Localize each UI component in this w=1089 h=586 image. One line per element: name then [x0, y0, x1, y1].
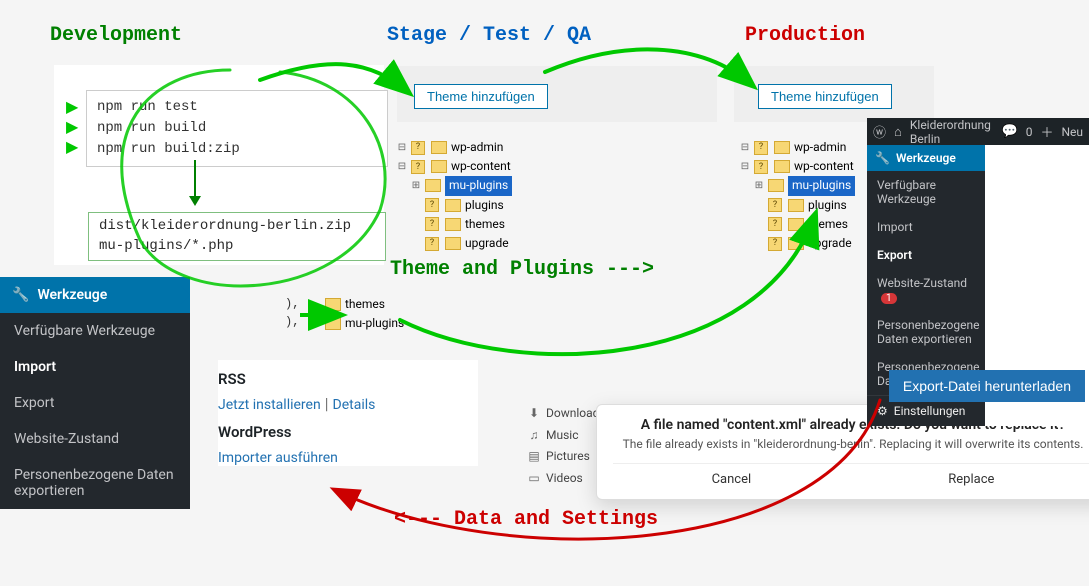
os-folder-list: ⬇Downloads ♫Music ▤Pictures ▭Videos: [528, 403, 606, 489]
menu-available-tools[interactable]: Verfügbare Werkzeuge: [867, 171, 985, 213]
sliders-icon: ⚙: [877, 404, 888, 418]
folder-upgrade[interactable]: upgrade: [808, 234, 852, 253]
dist-zip: dist/kleiderordnung-berlin.zip: [99, 217, 375, 237]
play-icon: ▶: [66, 117, 78, 136]
wp-tools-header[interactable]: 🔧 Werkzeuge: [0, 277, 190, 313]
folder-videos[interactable]: ▭Videos: [528, 468, 606, 490]
music-icon: ♫: [528, 425, 540, 447]
menu-import[interactable]: Import: [0, 349, 190, 385]
play-icon: ▶: [66, 137, 78, 156]
import-rss-heading: RSS: [218, 370, 478, 388]
import-wordpress-heading: WordPress: [218, 423, 478, 441]
file-tree-snippet: ), ), themes mu-plugins: [325, 295, 404, 333]
plus-icon[interactable]: ＋: [1040, 122, 1053, 141]
file-tree-prod: ⊟?wp-admin ⊟?wp-content ⊞mu-plugins ?plu…: [740, 138, 865, 253]
folder-downloads[interactable]: ⬇Downloads: [528, 403, 606, 425]
menu-site-health[interactable]: Website-Zustand1: [867, 269, 985, 311]
videos-icon: ▭: [528, 468, 540, 490]
heading-stage: Stage / Test / QA: [387, 24, 591, 47]
wp-tools-header[interactable]: 🔧 Werkzeuge: [867, 145, 985, 171]
cmd-build: npm run build: [97, 118, 377, 139]
download-icon: ⬇: [528, 403, 540, 425]
folder-music[interactable]: ♫Music: [528, 425, 606, 447]
dist-mu: mu-plugins/*.php: [99, 237, 375, 257]
menu-site-health[interactable]: Website-Zustand: [0, 421, 190, 457]
menu-export[interactable]: Export: [0, 385, 190, 421]
folder-plugins[interactable]: plugins: [465, 196, 504, 215]
wrench-icon: 🔧: [875, 151, 890, 165]
folder-mu-plugins[interactable]: mu-plugins: [788, 176, 855, 195]
folder-themes[interactable]: themes: [808, 215, 848, 234]
wrench-icon: 🔧: [12, 287, 29, 303]
menu-available-tools[interactable]: Verfügbare Werkzeuge: [0, 313, 190, 349]
heading-development: Development: [50, 24, 182, 47]
code-brace: ),: [285, 295, 299, 314]
folder-wp-content[interactable]: wp-content: [794, 157, 854, 176]
health-badge: 1: [881, 293, 897, 304]
heading-production: Production: [745, 24, 865, 47]
wp-tools-sidebar: 🔧 Werkzeuge Verfügbare Werkzeuge Import …: [0, 277, 190, 509]
file-tree-stage: ⊟?wp-admin ⊟?wp-content ⊞mu-plugins ?plu…: [397, 138, 522, 253]
dialog-subtitle: The file already exists in "kleiderordnu…: [613, 437, 1089, 451]
wp-adminbar: ⓦ ⌂ Kleiderordnung Berlin 💬 0 ＋ Neu: [867, 118, 1089, 145]
menu-export[interactable]: Export: [867, 241, 985, 269]
play-icon: ▶: [66, 97, 78, 116]
label-data-and-settings: <--- Data and Settings: [394, 508, 658, 531]
folder-upgrade[interactable]: upgrade: [465, 234, 509, 253]
folder-wp-admin[interactable]: wp-admin: [794, 138, 846, 157]
import-panel: RSS Jetzt installieren | Details WordPre…: [218, 360, 478, 466]
export-download-button[interactable]: Export-Datei herunterladen: [889, 370, 1085, 402]
comment-icon[interactable]: 💬: [1002, 124, 1018, 139]
label-theme-and-plugins: Theme and Plugins --->: [390, 258, 654, 281]
folder-themes[interactable]: themes: [465, 215, 505, 234]
cmd-test: npm run test: [97, 97, 377, 118]
menu-export-personal[interactable]: Personenbezogene Daten exportieren: [0, 457, 190, 509]
site-name[interactable]: Kleiderordnung Berlin: [910, 118, 994, 146]
separator: |: [325, 394, 333, 413]
code-brace: ),: [285, 313, 299, 332]
replace-button[interactable]: Replace: [948, 472, 994, 487]
folder-pictures[interactable]: ▤Pictures: [528, 446, 606, 468]
folder-wp-admin[interactable]: wp-admin: [451, 138, 503, 157]
link-details[interactable]: Details: [333, 397, 376, 413]
comment-count: 0: [1026, 125, 1033, 139]
add-theme-button-prod[interactable]: Theme hinzufügen: [758, 84, 892, 109]
folder-plugins[interactable]: plugins: [808, 196, 847, 215]
menu-import[interactable]: Import: [867, 213, 985, 241]
npm-commands: npm run test npm run build npm run build…: [86, 90, 388, 167]
folder-wp-content[interactable]: wp-content: [451, 157, 511, 176]
wp-tools-title: Werkzeuge: [37, 287, 107, 303]
arrow-build-to-dist: [194, 160, 196, 204]
link-install-now[interactable]: Jetzt installieren: [218, 397, 321, 413]
menu-export-personal[interactable]: Personenbezogene Daten exportieren: [867, 311, 985, 353]
link-run-importer[interactable]: Importer ausführen: [218, 450, 338, 466]
cmd-zip: npm run build:zip: [97, 139, 377, 160]
new-label[interactable]: Neu: [1061, 125, 1083, 139]
folder-mu-plugins[interactable]: mu-plugins: [445, 176, 512, 195]
wordpress-icon[interactable]: ⓦ: [873, 122, 886, 141]
folder-themes[interactable]: themes: [345, 295, 385, 314]
pictures-icon: ▤: [528, 446, 540, 468]
dist-output: dist/kleiderordnung-berlin.zip mu-plugin…: [88, 212, 386, 261]
add-theme-button-stage[interactable]: Theme hinzufügen: [414, 84, 548, 109]
folder-mu-plugins[interactable]: mu-plugins: [345, 314, 404, 333]
home-icon[interactable]: ⌂: [894, 124, 902, 140]
cancel-button[interactable]: Cancel: [712, 472, 752, 487]
